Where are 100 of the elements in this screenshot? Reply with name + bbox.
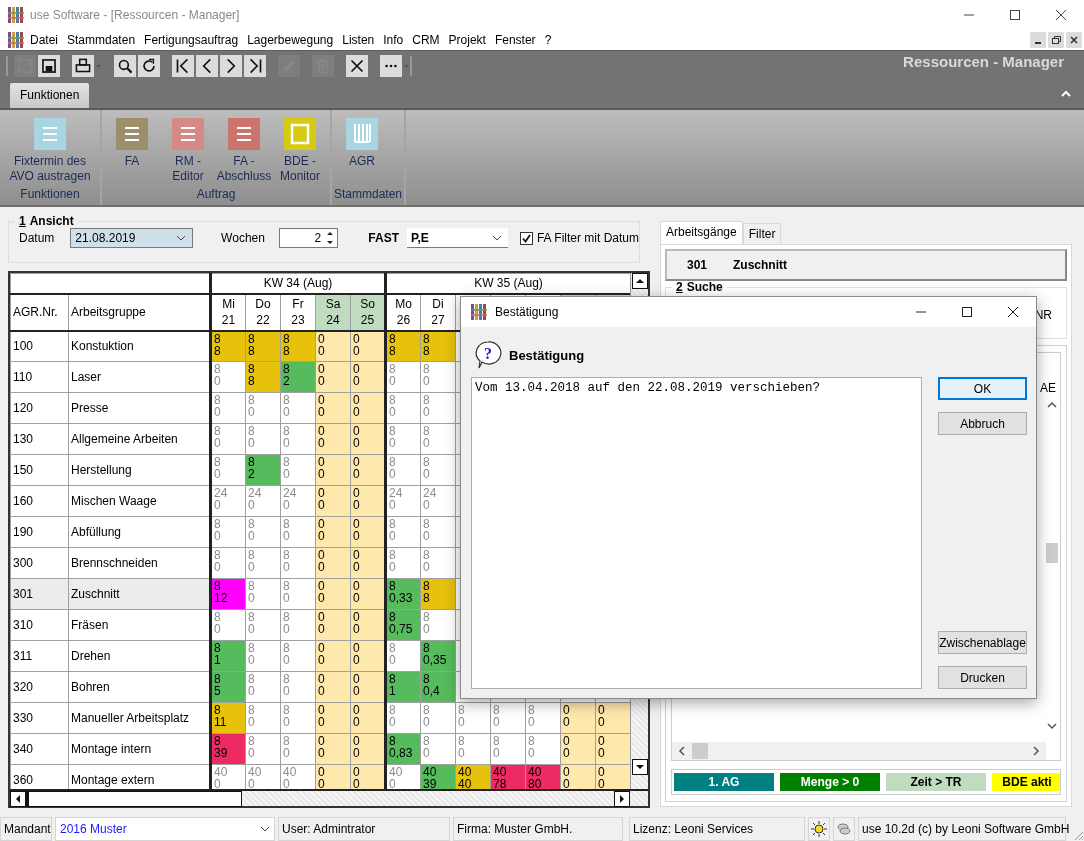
day-cell[interactable]: 8 0 <box>385 423 421 455</box>
ribbon-button[interactable]: FA <box>104 118 160 187</box>
client-field[interactable]: 2016 Muster <box>55 817 275 841</box>
ribbon-button[interactable]: AGR <box>334 118 390 187</box>
close-icon[interactable] <box>346 54 368 77</box>
scroll-down-icon[interactable] <box>1047 722 1057 730</box>
menu-item[interactable]: Stammdaten <box>67 33 136 47</box>
menu-item[interactable]: Fenster <box>494 33 536 47</box>
ribbon-button[interactable]: RM - Editor <box>160 118 216 187</box>
table-cell[interactable]: Montage intern <box>68 733 211 765</box>
table-cell[interactable]: 110 <box>10 361 69 393</box>
tab[interactable]: Arbeitsgänge <box>660 221 743 244</box>
table-cell[interactable]: 190 <box>10 516 69 548</box>
table-cell[interactable]: Allgemeine Arbeiten <box>68 423 211 455</box>
dialog-button[interactable]: OK <box>938 377 1027 400</box>
day-cell[interactable]: 8 0,75 <box>385 609 421 641</box>
menu-item[interactable]: Projekt <box>448 33 486 47</box>
table-cell[interactable]: 100 <box>10 330 69 362</box>
first-record-icon[interactable] <box>172 54 194 77</box>
day-cell[interactable]: 8 0 <box>385 640 421 672</box>
table-cell[interactable]: Fräsen <box>68 609 211 641</box>
weeks-field[interactable]: 2 <box>278 228 339 248</box>
next-icon[interactable] <box>220 54 242 77</box>
table-cell[interactable]: Presse <box>68 392 211 424</box>
tab[interactable]: Filter <box>742 223 782 244</box>
scroll-down-icon[interactable] <box>631 759 648 775</box>
table-cell[interactable]: 160 <box>10 485 69 517</box>
menu-item[interactable]: CRM <box>412 33 440 47</box>
previous-icon[interactable] <box>196 54 218 77</box>
table-cell[interactable]: Zuschnitt <box>68 578 211 610</box>
date-field[interactable]: 21.08.2019 <box>70 228 194 248</box>
table-cell[interactable]: 330 <box>10 702 69 734</box>
day-cell[interactable]: 8 0 <box>385 702 421 734</box>
checkbox-label[interactable]: FA Filter mit Datum <box>536 231 639 245</box>
table-cell[interactable]: 120 <box>10 392 69 424</box>
menu-item[interactable]: Info <box>383 33 404 47</box>
table-cell[interactable]: 301 <box>10 578 69 610</box>
day-cell[interactable]: 8 0,83 <box>385 733 421 765</box>
scrollbar[interactable] <box>10 789 648 806</box>
dialog-button[interactable]: Abbruch <box>938 412 1027 435</box>
last-record-icon[interactable] <box>244 54 266 77</box>
ribbon-button[interactable]: Fixtermin des AVO austragen <box>2 118 98 187</box>
menu-item[interactable]: Fertigungsauftrag <box>144 33 239 47</box>
table-cell[interactable]: Herstellung <box>68 454 211 486</box>
scroll-thumb[interactable] <box>692 743 708 759</box>
resize-grip-icon[interactable] <box>1072 829 1084 841</box>
minimize-icon[interactable] <box>1030 32 1046 48</box>
table-cell[interactable]: 310 <box>10 609 69 641</box>
scroll-up-icon[interactable] <box>1047 401 1057 409</box>
more-icon[interactable] <box>380 54 402 77</box>
scroll-left-icon[interactable] <box>10 790 26 807</box>
menu-item[interactable]: Listen <box>342 33 375 47</box>
search-icon[interactable] <box>114 54 136 77</box>
scroll-right-icon[interactable] <box>1032 746 1040 756</box>
scroll-up-icon[interactable] <box>631 273 648 289</box>
day-cell[interactable]: 8 0 <box>385 516 421 548</box>
table-cell[interactable]: Manueller Arbeitsplatz <box>68 702 211 734</box>
dialog-button[interactable]: Zwischenablage <box>938 631 1027 654</box>
table-cell[interactable]: 150 <box>10 454 69 486</box>
table-cell[interactable]: 300 <box>10 547 69 579</box>
fast-field[interactable]: P,E <box>406 228 508 248</box>
menu-item[interactable]: Lagerbewegung <box>247 33 334 47</box>
day-cell[interactable]: 8 0 <box>385 392 421 424</box>
day-cell[interactable]: 8 0 <box>385 454 421 486</box>
table-cell[interactable]: 130 <box>10 423 69 455</box>
table-cell[interactable]: Brennschneiden <box>68 547 211 579</box>
scroll-left-icon[interactable] <box>678 746 686 756</box>
table-cell[interactable]: Laser <box>68 361 211 393</box>
dialog-button[interactable]: Drucken <box>938 666 1027 689</box>
day-cell[interactable]: 8 0 <box>385 547 421 579</box>
restore-icon[interactable] <box>1048 32 1064 48</box>
table-cell[interactable]: Abfüllung <box>68 516 211 548</box>
day-cell[interactable]: 8 0 <box>385 361 421 393</box>
table-cell[interactable]: Bohren <box>68 671 211 703</box>
table-cell[interactable]: 311 <box>10 640 69 672</box>
day-cell[interactable]: 40 0 <box>385 764 421 789</box>
menu-item[interactable]: Datei <box>30 33 58 47</box>
table-cell[interactable]: 320 <box>10 671 69 703</box>
ribbon-button[interactable]: BDE - Monitor <box>272 118 328 187</box>
day-cell[interactable]: 24 0 <box>385 485 421 517</box>
scroll-thumb[interactable] <box>26 790 242 807</box>
scroll-thumb[interactable] <box>1046 543 1058 563</box>
table-cell[interactable]: 340 <box>10 733 69 765</box>
printer-icon[interactable] <box>72 54 94 77</box>
table-cell[interactable]: 360 <box>10 764 69 789</box>
day-cell[interactable]: 8 8 <box>385 330 421 362</box>
table-cell[interactable]: Montage extern <box>68 764 211 789</box>
table-cell[interactable]: Drehen <box>68 640 211 672</box>
ribbon-button[interactable]: FA - Abschluss <box>216 118 272 187</box>
ribbon-tab[interactable]: Funktionen <box>10 83 90 108</box>
table-cell[interactable]: Konstuktion <box>68 330 211 362</box>
day-cell[interactable]: 8 1 <box>385 671 421 703</box>
day-cell[interactable]: 8 0,33 <box>385 578 421 610</box>
scrollbar[interactable] <box>672 742 1046 760</box>
checkbox[interactable] <box>519 231 533 245</box>
table-cell[interactable]: Mischen Waage <box>68 485 211 517</box>
scroll-right-icon[interactable] <box>614 790 630 807</box>
refresh-icon[interactable] <box>138 54 160 77</box>
collapse-icon[interactable] <box>1060 88 1072 98</box>
close-icon[interactable] <box>1066 32 1082 48</box>
